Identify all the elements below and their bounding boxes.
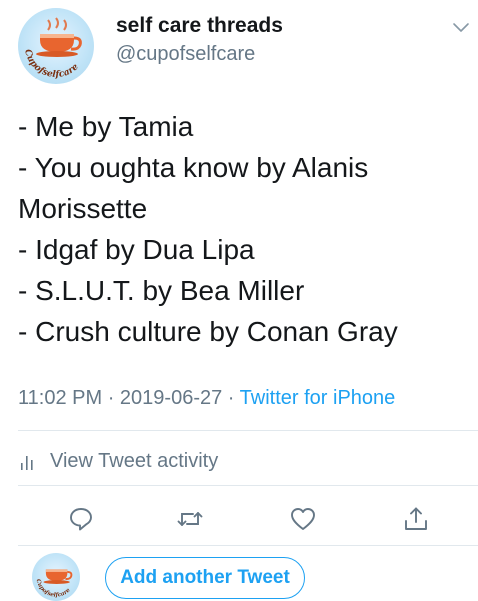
tweet-line: - S.L.U.T. by Bea Miller [18,275,305,306]
tweet-line: - Me by Tamia [18,111,194,142]
tweet-time: 11:02 PM [18,387,103,409]
retweet-icon[interactable] [176,505,204,533]
meta-separator: · [107,387,115,409]
meta-separator: · [227,387,235,409]
tweet-line: Morissette [18,193,148,224]
user-handle[interactable]: @cupofselfcare [116,43,255,66]
tweet-source-link[interactable]: Twitter for iPhone [240,387,396,409]
view-activity-label: View Tweet activity [50,450,219,472]
reply-icon[interactable] [67,505,95,533]
add-another-tweet-button[interactable]: Add another Tweet [105,557,305,599]
tweet-line: - You oughta know by Alanis [18,152,369,183]
avatar[interactable]: Cupofselfcare [18,8,94,84]
divider [18,485,478,486]
divider [18,430,478,431]
tweet-line: - Crush culture by Conan Gray [18,316,398,347]
display-name[interactable]: self care threads [116,14,283,38]
share-icon[interactable] [402,505,430,533]
divider [18,545,478,546]
chevron-down-icon[interactable] [452,20,470,34]
avatar-lettering: Cupofselfcare [22,48,81,80]
avatar[interactable]: Cupofselfcare [32,553,80,601]
like-icon[interactable] [289,505,317,533]
tweet-meta: 11:02 PM · 2019-06-27 · Twitter for iPho… [18,387,395,410]
svg-text:Cupofselfcare: Cupofselfcare [22,48,81,80]
tweet-date: 2019-06-27 [119,387,223,409]
view-activity-link[interactable]: View Tweet activity [18,450,218,473]
tweet-line: - Idgaf by Dua Lipa [18,234,255,265]
bar-chart-icon [21,455,33,470]
tweet-text: - Me by Tamia - You oughta know by Alani… [18,106,458,352]
teacup-logo-icon: Cupofselfcare [35,569,73,599]
